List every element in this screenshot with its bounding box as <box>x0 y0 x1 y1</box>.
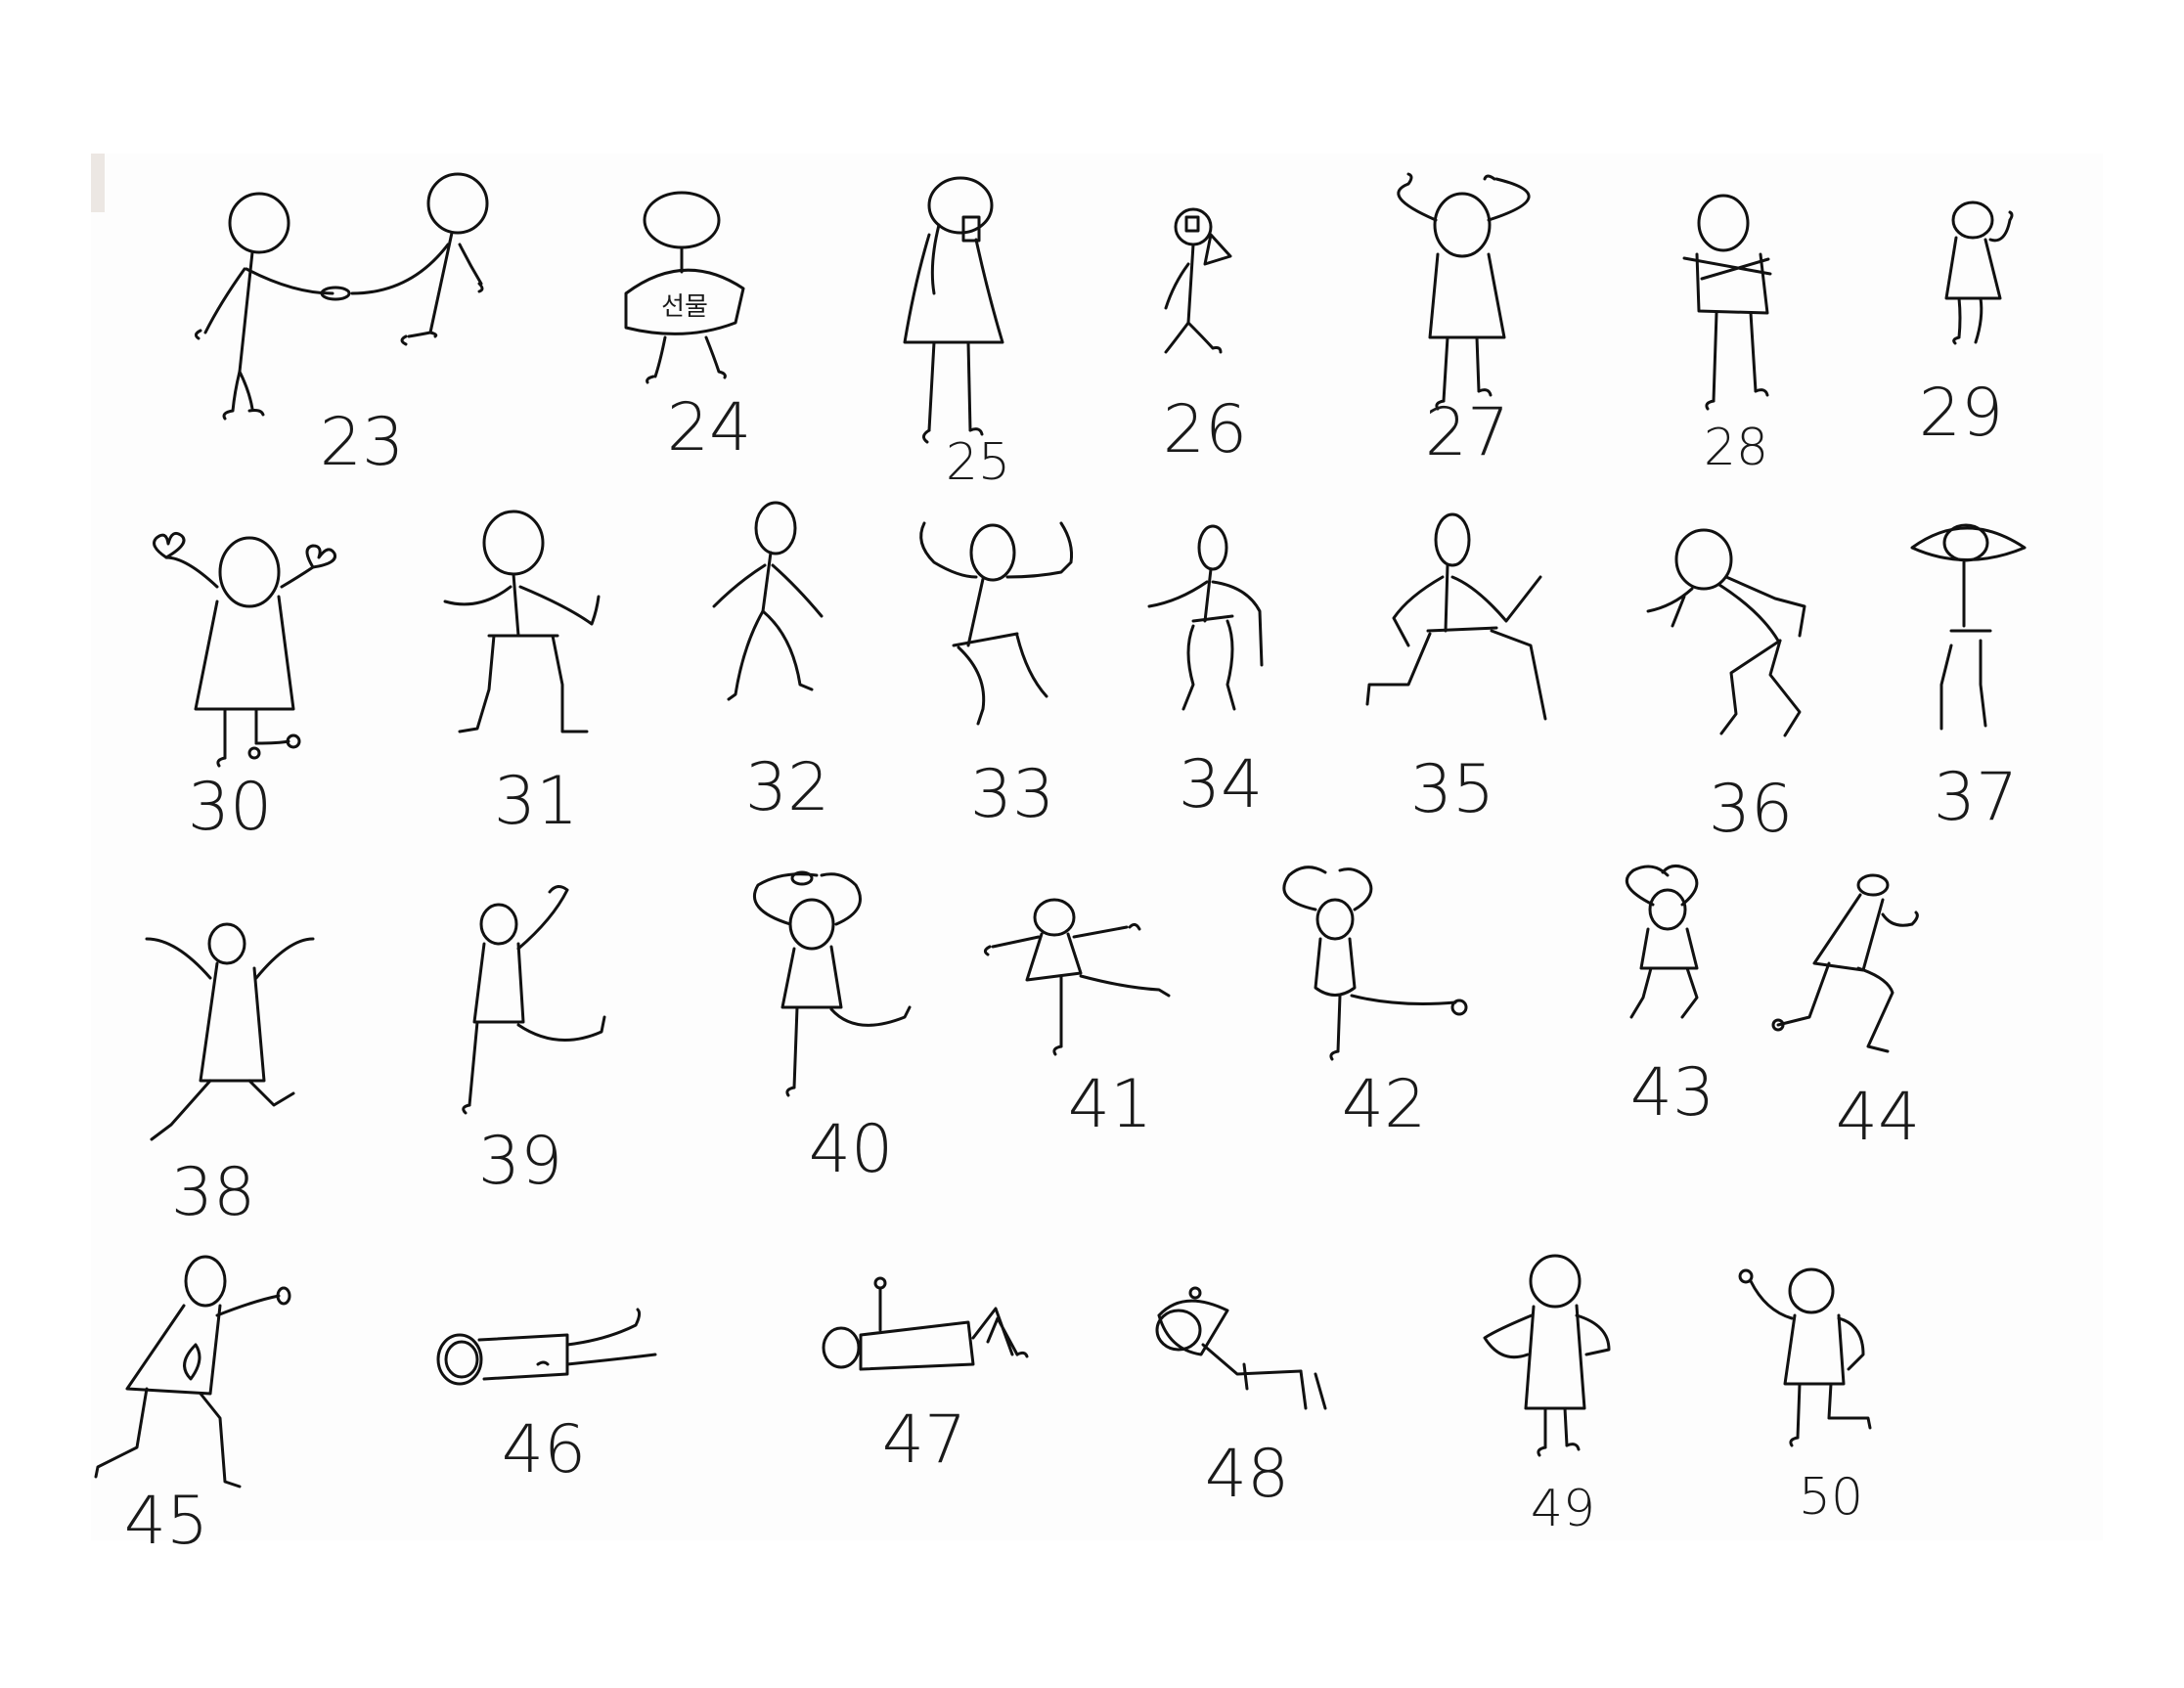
figure-36 <box>1646 528 1806 737</box>
figure-label-44: 44 <box>1836 1079 1921 1156</box>
figure-label-34: 34 <box>1179 746 1264 823</box>
figure-28 <box>1682 194 1772 411</box>
figure-42 <box>1282 866 1468 1061</box>
figure-25 <box>903 176 1004 444</box>
figure-43 <box>1625 865 1699 1019</box>
figure-49 <box>1483 1254 1611 1457</box>
figure-label-33: 33 <box>970 756 1055 833</box>
figure-label-45: 45 <box>124 1483 209 1560</box>
figure-label-49: 49 <box>1531 1480 1595 1538</box>
figure-label-40: 40 <box>809 1111 894 1188</box>
figure-label-32: 32 <box>745 749 830 826</box>
figure-29 <box>1944 200 2014 345</box>
figure-label-29: 29 <box>1919 375 2004 452</box>
figure-label-47: 47 <box>882 1401 967 1479</box>
figure-label-41: 41 <box>1068 1066 1153 1143</box>
figure-label-38: 38 <box>171 1154 256 1231</box>
figure-label-35: 35 <box>1410 751 1495 828</box>
figure-label-46: 46 <box>502 1411 587 1488</box>
stick-figure-sheet: 23 선물 24 25 26 27 28 29 30 31 32 33 34 3… <box>94 172 2027 1560</box>
figure-label-37: 37 <box>1934 759 2019 836</box>
figure-label-48: 48 <box>1205 1436 1290 1513</box>
figure-48 <box>1155 1286 1327 1410</box>
figure-label-27: 27 <box>1425 394 1510 471</box>
gift-sign-text: 선물 <box>661 292 708 322</box>
figure-34 <box>1147 524 1264 711</box>
figure-38 <box>145 922 315 1141</box>
figure-37 <box>1910 523 2027 731</box>
figure-label-23: 23 <box>320 404 405 481</box>
figure-label-28: 28 <box>1704 419 1768 477</box>
figure-label-39: 39 <box>478 1123 563 1200</box>
figure-39 <box>462 885 606 1115</box>
figure-44 <box>1771 873 1919 1053</box>
figure-30 <box>153 531 337 768</box>
figure-label-36: 36 <box>1709 771 1794 848</box>
figure-46 <box>436 1308 657 1386</box>
figure-label-26: 26 <box>1163 391 1248 468</box>
figure-label-43: 43 <box>1630 1054 1716 1132</box>
figure-26 <box>1164 207 1232 354</box>
figure-label-42: 42 <box>1342 1066 1427 1143</box>
figure-label-30: 30 <box>188 769 273 846</box>
figure-41 <box>983 898 1171 1056</box>
figure-50 <box>1738 1267 1872 1447</box>
figure-40 <box>752 870 912 1097</box>
figure-label-24: 24 <box>667 389 752 466</box>
figure-35 <box>1365 512 1547 721</box>
figure-33 <box>919 521 1073 726</box>
figure-31 <box>443 510 601 733</box>
figure-label-50: 50 <box>1799 1468 1863 1527</box>
figure-27 <box>1397 172 1531 411</box>
figure-47 <box>822 1276 1029 1371</box>
figure-23 <box>194 172 489 421</box>
figure-32 <box>712 501 824 701</box>
figure-label-25: 25 <box>946 433 1010 492</box>
figure-45 <box>94 1255 291 1488</box>
figure-24 <box>624 191 745 384</box>
figure-label-31: 31 <box>494 763 579 840</box>
